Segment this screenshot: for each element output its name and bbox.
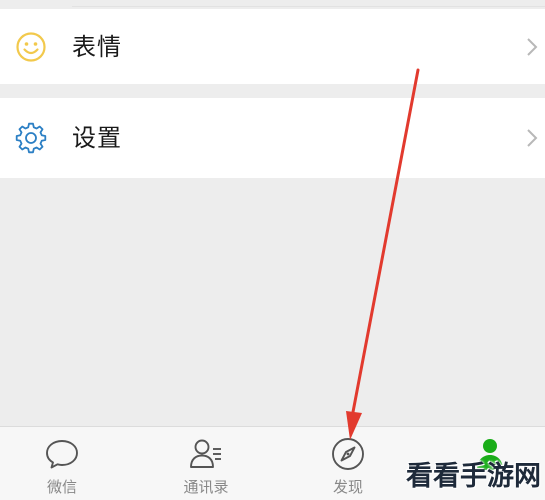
wechat-me-screen: 表情 设置 微信 通讯录 发现 看看手游网 <box>0 0 545 500</box>
tab-label: 微信 <box>46 478 77 496</box>
compass-icon <box>332 438 364 470</box>
chat-bubble-icon <box>46 440 78 469</box>
gear-icon <box>15 122 47 154</box>
tab-label: 通讯录 <box>183 478 229 496</box>
watermark-text: 看看手游网 <box>406 461 541 492</box>
menu-item-settings[interactable]: 设置 <box>0 98 545 178</box>
tab-chats[interactable]: 微信 <box>17 427 107 500</box>
contacts-icon <box>190 439 221 468</box>
menu-item-label: 设置 <box>72 124 122 152</box>
smiley-icon <box>16 31 46 62</box>
menu-item-emoji[interactable]: 表情 <box>0 9 545 84</box>
chevron-right-icon <box>527 37 538 56</box>
tab-label: 发现 <box>332 478 363 496</box>
previous-row-edge <box>0 0 545 9</box>
menu-item-label: 表情 <box>72 32 122 61</box>
tab-discover[interactable]: 发现 <box>303 427 393 500</box>
chevron-right-icon <box>527 129 538 147</box>
tab-contacts[interactable]: 通讯录 <box>161 427 251 500</box>
